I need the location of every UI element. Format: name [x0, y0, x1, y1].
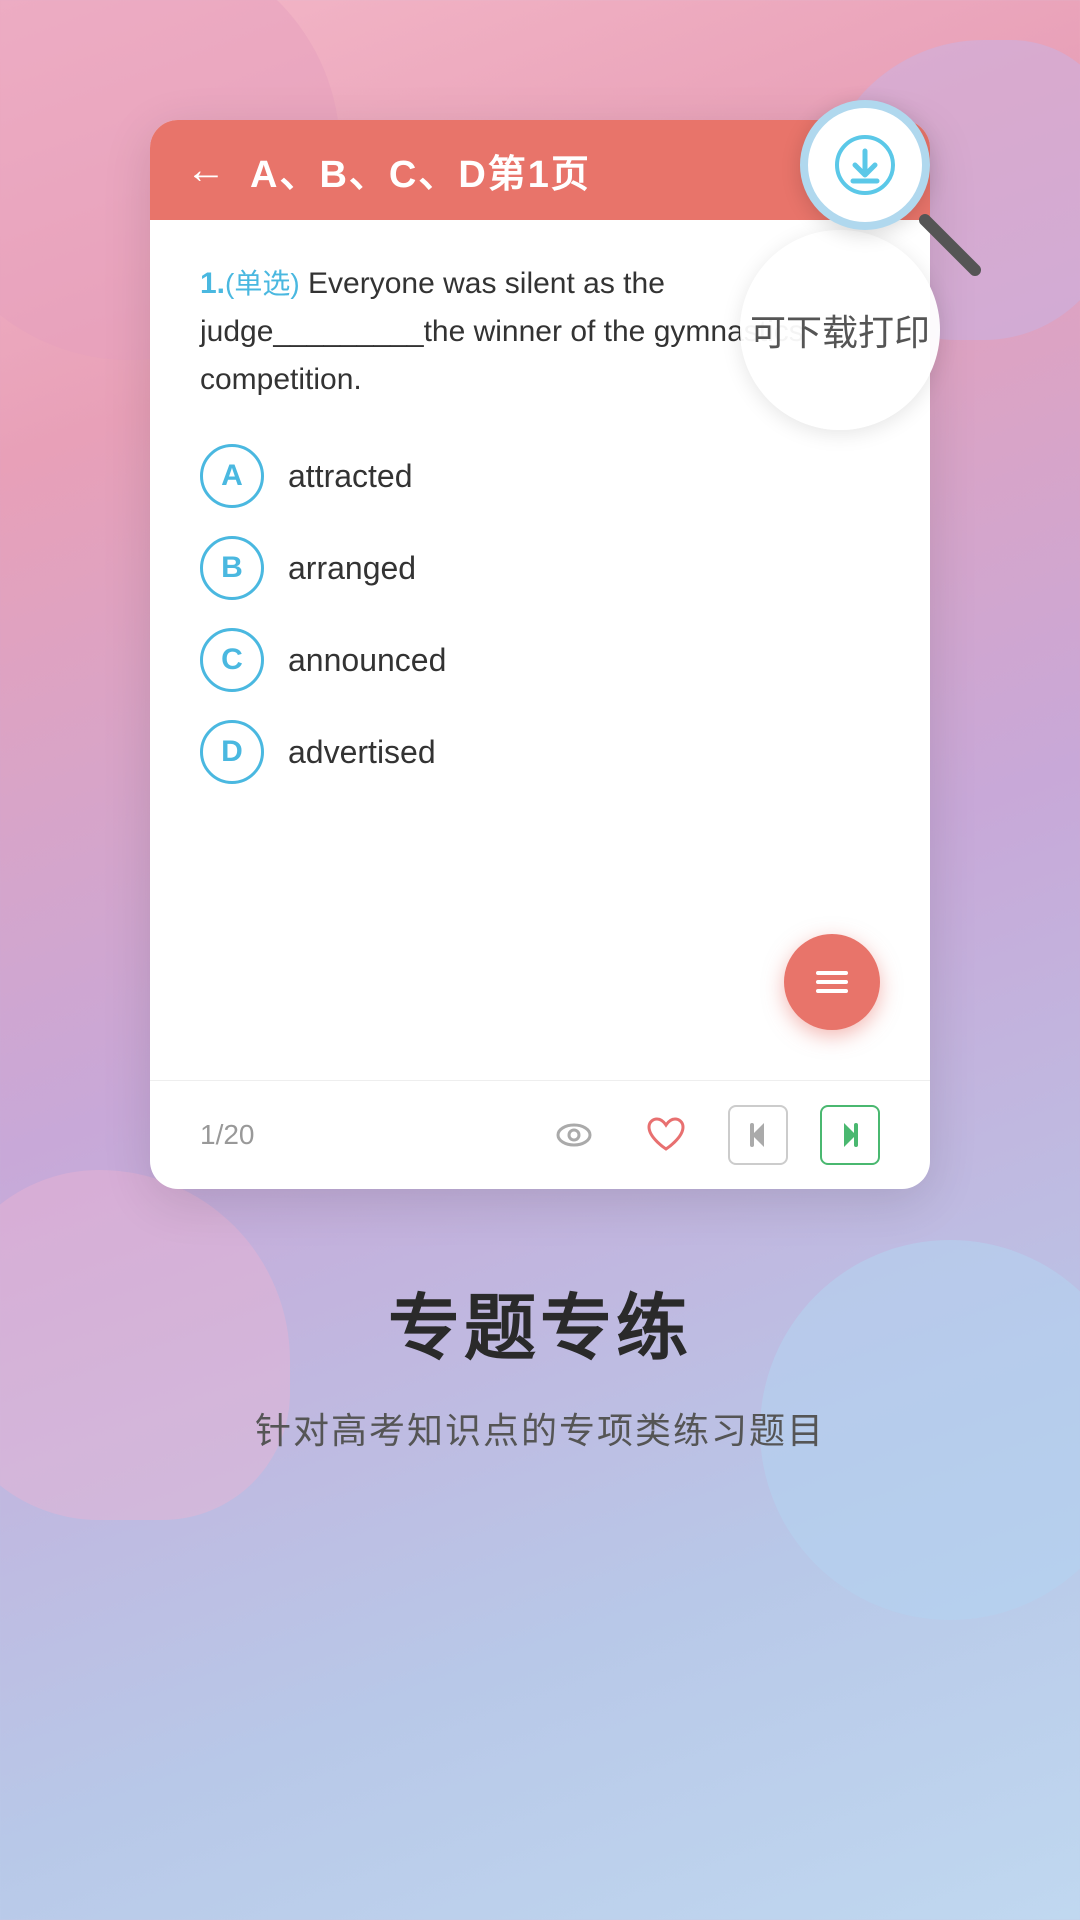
question-number: 1. [200, 267, 225, 300]
header-title: A、B、C、D第1页 [250, 143, 591, 198]
magnifier-handle [905, 200, 985, 280]
magnifier-container [800, 100, 960, 260]
bg-blob-bottom-left [0, 1170, 290, 1520]
favorite-button[interactable] [636, 1105, 696, 1165]
tooltip-text: 可下载打印 [750, 304, 930, 356]
option-circle-b: B [200, 536, 264, 600]
question-type: (单选) [225, 268, 300, 299]
bottom-subtitle: 针对高考知识点的专项类练习题目 [255, 1402, 825, 1454]
quiz-card: ← A、B、C、D第1页 [150, 120, 930, 1189]
option-item-c[interactable]: Cannounced [200, 628, 880, 692]
option-text-a: attracted [288, 458, 413, 495]
header-left: ← A、B、C、D第1页 [186, 143, 591, 198]
next-button[interactable] [820, 1105, 880, 1165]
prev-button[interactable] [728, 1105, 788, 1165]
page-count: 1/20 [200, 1119, 255, 1151]
option-text-c: announced [288, 642, 446, 679]
option-text-b: arranged [288, 550, 416, 587]
option-item-a[interactable]: Aattracted [200, 444, 880, 508]
option-item-b[interactable]: Barranged [200, 536, 880, 600]
menu-icon [816, 971, 848, 993]
option-circle-a: A [200, 444, 264, 508]
back-button[interactable]: ← [186, 150, 226, 190]
download-icon [835, 135, 895, 195]
options-list: Aattracted Barranged Cannounced Dadvertised [200, 444, 880, 784]
bottom-section: 专题专练 针对高考知识点的专项类练习题目 [255, 1269, 825, 1454]
option-circle-d: D [200, 720, 264, 784]
card-footer: 1/20 [150, 1080, 930, 1189]
bottom-title: 专题专练 [255, 1269, 825, 1374]
menu-fab-button[interactable] [784, 934, 880, 1030]
footer-actions [544, 1105, 880, 1165]
option-text-d: advertised [288, 734, 436, 771]
card-header: ← A、B、C、D第1页 [150, 120, 930, 220]
option-circle-c: C [200, 628, 264, 692]
eye-button[interactable] [544, 1105, 604, 1165]
option-item-d[interactable]: Dadvertised [200, 720, 880, 784]
